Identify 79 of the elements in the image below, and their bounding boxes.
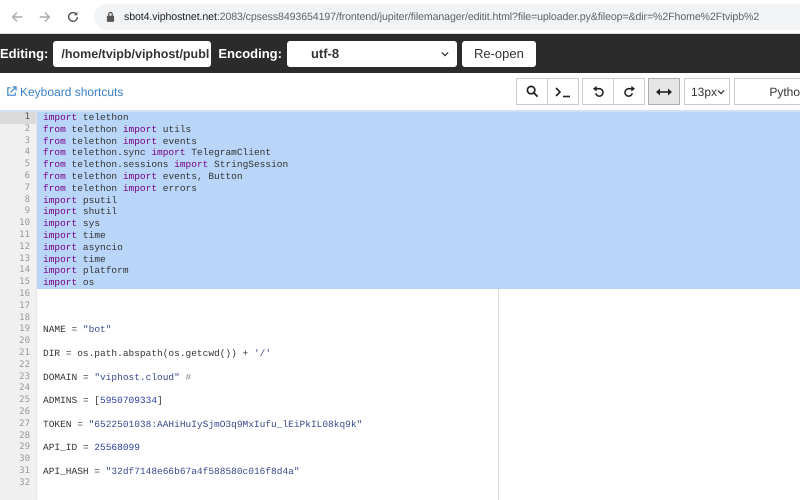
line-number: 13 bbox=[18, 254, 31, 266]
code-line: import platform bbox=[43, 265, 129, 276]
code-line: from telethon.sync import TelegramClient bbox=[43, 147, 272, 158]
line-number: 5 bbox=[24, 159, 31, 171]
line-number: 16 bbox=[18, 288, 31, 301]
terminal-icon bbox=[555, 86, 571, 98]
code-line: import telethon bbox=[43, 112, 129, 123]
line-number: 4 bbox=[24, 147, 31, 160]
code-line: import time bbox=[43, 230, 106, 241]
reopen-button[interactable]: Re-open bbox=[462, 40, 536, 66]
line-number: 2 bbox=[24, 124, 31, 136]
code-line: NAME = "bot" bbox=[43, 324, 112, 336]
line-number: 27 bbox=[18, 418, 31, 431]
lock-icon bbox=[106, 11, 115, 22]
dropdown-caret-icon bbox=[440, 50, 449, 56]
line-number: 24 bbox=[18, 383, 31, 395]
font-size-select[interactable]: 13px bbox=[684, 78, 730, 105]
code-line: from telethon.sessions import StringSession bbox=[43, 159, 288, 170]
word-wrap-button[interactable] bbox=[648, 78, 680, 105]
external-link-icon bbox=[6, 86, 17, 97]
double-arrow-icon bbox=[656, 88, 672, 96]
line-number: 3 bbox=[24, 136, 31, 148]
line-number: 7 bbox=[24, 182, 31, 195]
editing-label: Editing: bbox=[0, 46, 48, 61]
line-number: 25 bbox=[18, 395, 31, 407]
line-number: 19 bbox=[18, 324, 31, 336]
url-text: sbot4.viphostnet.net:2083/cpsess8493654197/frontend/jupiter/filemanager/editit.html?file=uploader.py&fileop=&dir=%2Fhome%2Ftvipb%2 bbox=[124, 10, 760, 22]
line-number: 20 bbox=[18, 336, 31, 348]
line-number: 1 bbox=[0, 112, 36, 124]
line-number: 11 bbox=[18, 230, 31, 242]
code-line: import sys bbox=[43, 218, 100, 230]
dropdown-caret-icon bbox=[717, 88, 725, 94]
line-number: 18 bbox=[18, 312, 31, 324]
line-number: 9 bbox=[24, 206, 31, 218]
line-number: 21 bbox=[18, 348, 31, 360]
search-icon bbox=[526, 85, 538, 98]
code-line: import shutil bbox=[43, 206, 118, 218]
line-number: 8 bbox=[24, 194, 31, 206]
line-number: 26 bbox=[18, 406, 31, 419]
undo-button[interactable] bbox=[582, 78, 614, 105]
code-line: TOKEN = "6522501038:AAHiHuIySjmO3q9MxIufu_lEiPkIL08kq9k" bbox=[43, 418, 362, 430]
code-line: ADMINS = [5950709334] bbox=[43, 395, 163, 406]
code-line: from telethon import errors bbox=[43, 182, 197, 194]
line-number: 15 bbox=[18, 277, 31, 289]
code-line: import psutil bbox=[43, 194, 118, 206]
line-number: 22 bbox=[18, 360, 31, 372]
mode-select[interactable]: Pytho bbox=[734, 78, 800, 105]
code-line: from telethon import events bbox=[43, 136, 197, 147]
line-number: 30 bbox=[18, 454, 31, 466]
code-line: import asyncio bbox=[43, 242, 123, 253]
keyboard-shortcuts-link[interactable]: Keyboard shortcuts bbox=[6, 84, 124, 98]
undo-icon bbox=[592, 85, 604, 98]
encoding-label: Encoding: bbox=[218, 46, 282, 61]
redo-icon bbox=[622, 85, 636, 98]
address-bar[interactable]: sbot4.viphostnet.net:2083/cpsess8493654197/frontend/jupiter/filemanager/editit.html?file=uploader.py&fileop=&dir=%2Fhome%2Ftvipb%2 bbox=[94, 4, 800, 30]
path-field[interactable]: /home/tvipb/viphost/publ bbox=[53, 40, 212, 66]
code-line: import os bbox=[43, 277, 94, 288]
code-line: API_ID = 25568099 bbox=[43, 442, 140, 454]
redo-button[interactable] bbox=[613, 78, 645, 105]
code-line: from telethon import events, Button bbox=[43, 170, 243, 182]
line-number: 14 bbox=[18, 265, 31, 278]
code-line: DOMAIN = "viphost.cloud" # bbox=[43, 372, 192, 383]
line-number: 32 bbox=[18, 478, 31, 490]
terminal-button[interactable] bbox=[547, 78, 579, 105]
code-line: import time bbox=[43, 254, 106, 265]
line-number: 28 bbox=[18, 430, 31, 442]
line-number: 17 bbox=[18, 300, 31, 313]
code-line: API_HASH = "32df7148e66b67a4f588580c016f8d4a" bbox=[43, 466, 300, 477]
line-number: 12 bbox=[18, 242, 31, 254]
line-number: 10 bbox=[18, 218, 31, 230]
code-line: from telethon import utils bbox=[43, 124, 192, 135]
code-line: DIR = os.path.abspath(os.getcwd()) + '/' bbox=[43, 348, 272, 359]
line-number: 31 bbox=[18, 466, 31, 478]
search-button[interactable] bbox=[516, 78, 548, 105]
line-number: 23 bbox=[18, 372, 31, 383]
line-number: 6 bbox=[24, 170, 31, 183]
reload-icon[interactable] bbox=[66, 10, 80, 24]
encoding-select[interactable]: utf-8 bbox=[286, 40, 457, 66]
line-number: 29 bbox=[18, 442, 31, 454]
